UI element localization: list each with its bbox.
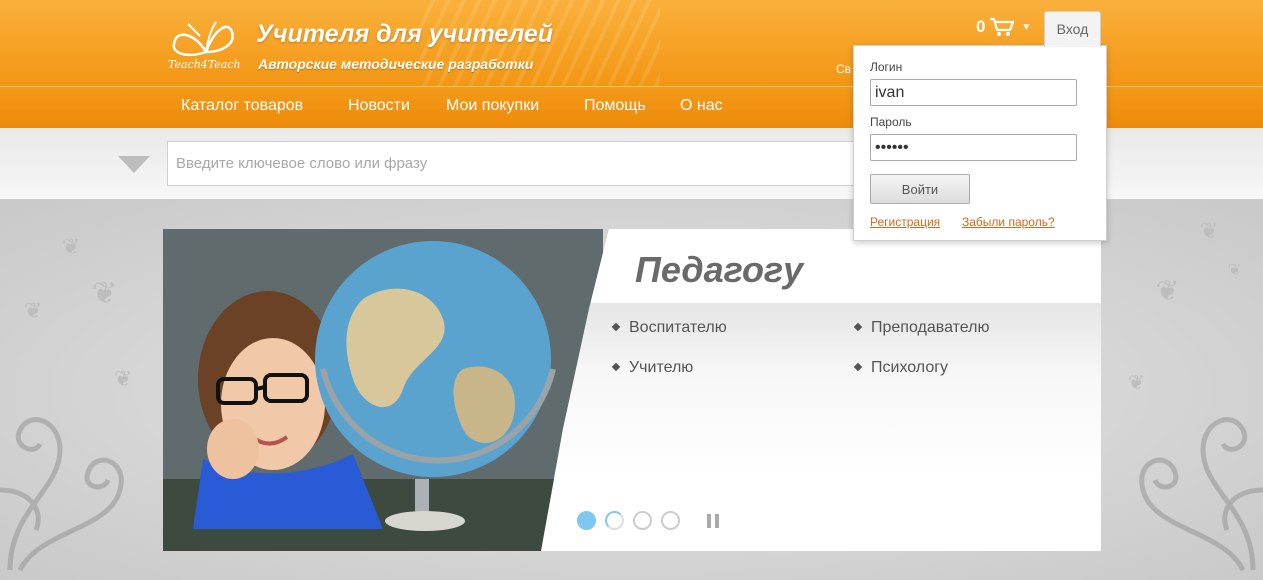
slide-panel: Педагогу Воспитателю Преподавателю Учите…	[541, 229, 1101, 551]
slider-pagination	[577, 511, 719, 530]
slider-dot-1[interactable]	[577, 511, 596, 530]
butterfly-decoration-icon: ❦	[92, 277, 118, 310]
slide-link-teacher[interactable]: Учителю	[613, 359, 693, 377]
teacher-with-globe-illustration	[163, 229, 603, 551]
search-options-toggle-icon[interactable]	[118, 156, 150, 173]
nav-item-help[interactable]: Помощь	[584, 97, 646, 115]
register-link[interactable]: Регистрация	[870, 215, 940, 229]
butterfly-decoration-icon: ❦	[1228, 262, 1242, 279]
slide-body: Воспитателю Преподавателю Учителю Психол…	[541, 303, 1101, 478]
butterfly-decoration-icon: ❦	[1156, 275, 1180, 306]
slide-image[interactable]	[163, 229, 603, 551]
login-submit-button[interactable]: Войти	[870, 174, 970, 204]
slide-link-lecturer[interactable]: Преподавателю	[855, 319, 989, 337]
nav-item-my-purchases[interactable]: Мои покупки	[446, 97, 539, 115]
contact-hint[interactable]: Св	[836, 62, 851, 76]
site-title[interactable]: Учителя для учителей	[256, 20, 553, 49]
password-label: Пароль	[870, 115, 912, 129]
slide-link-educator[interactable]: Воспитателю	[613, 319, 727, 337]
swirl-ornament-left	[0, 417, 124, 572]
pause-icon[interactable]	[707, 513, 719, 528]
login-field[interactable]	[870, 79, 1077, 106]
slide-title[interactable]: Педагогу	[635, 249, 803, 291]
forgot-password-link[interactable]: Забыли пароль?	[962, 215, 1055, 229]
slider-dot-2[interactable]	[605, 511, 624, 530]
cart-count: 0	[976, 17, 986, 36]
password-field[interactable]	[870, 134, 1077, 161]
slide-link-psychologist[interactable]: Психологу	[855, 359, 948, 377]
butterfly-decoration-icon: ❦	[62, 234, 81, 259]
search-input[interactable]	[167, 141, 867, 186]
logo-text: Teach4Teach	[168, 58, 241, 71]
nav-item-catalog[interactable]: Каталог товаров	[181, 97, 303, 115]
cart-widget[interactable]: 0 ▼	[976, 17, 1031, 37]
nav-item-news[interactable]: Новости	[348, 97, 410, 115]
butterfly-decoration-icon: ❦	[24, 298, 43, 323]
swirl-ornament-right	[1139, 417, 1263, 572]
nav-item-about[interactable]: О нас	[680, 97, 723, 115]
slider-dot-3[interactable]	[633, 511, 652, 530]
slider-dot-4[interactable]	[661, 511, 680, 530]
hero-slider: Педагогу Воспитателю Преподавателю Учите…	[163, 229, 1101, 551]
butterfly-decoration-icon: ❦	[1200, 218, 1219, 243]
login-label: Логин	[870, 60, 903, 74]
cart-icon	[990, 17, 1015, 36]
login-toggle-button[interactable]: Вход	[1044, 11, 1101, 47]
site-subtitle: Авторские методические разработки	[258, 56, 534, 72]
chevron-down-icon: ▼	[1021, 21, 1032, 33]
login-dropdown: Логин Пароль Войти Регистрация Забыли па…	[853, 45, 1107, 241]
